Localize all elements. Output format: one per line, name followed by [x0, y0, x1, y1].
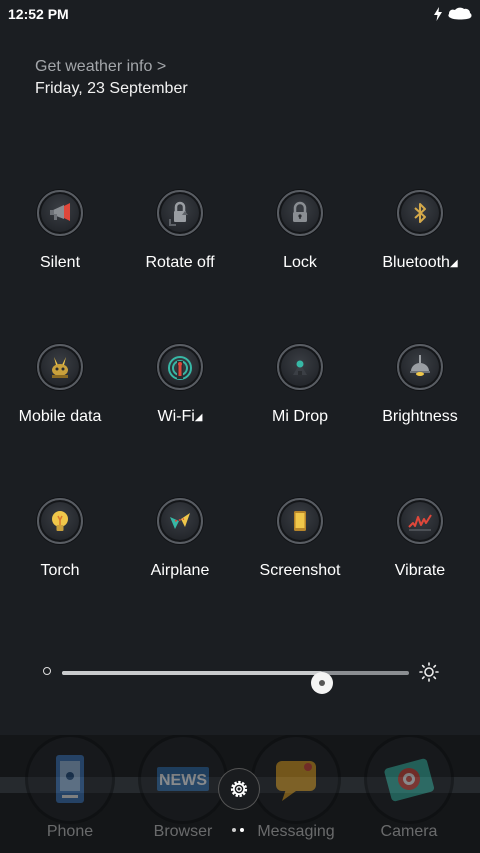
- megaphone-icon: [37, 190, 83, 236]
- toggle-label: Vibrate: [394, 562, 446, 579]
- bluetooth-icon: [397, 190, 443, 236]
- padlock-icon: [277, 190, 323, 236]
- dock-app-label: Messaging: [257, 823, 335, 840]
- expand-indicator-icon: ◢: [194, 412, 203, 423]
- gear-icon: [230, 780, 248, 798]
- toggle-label-text: Wi-Fi: [157, 408, 195, 425]
- settings-button[interactable]: [219, 769, 259, 809]
- home-dock: Phone NEWS Browser Messaging Camera: [0, 735, 480, 853]
- toggle-lock[interactable]: Lock: [240, 190, 360, 300]
- browser-news-text: NEWS: [159, 772, 207, 789]
- slider-thumb[interactable]: [311, 672, 334, 694]
- slider-fill: [62, 671, 323, 675]
- page-indicator: [232, 828, 244, 832]
- expand-indicator-icon: ◢: [449, 258, 458, 269]
- toggle-label: Silent: [39, 254, 81, 271]
- slider-track[interactable]: [62, 671, 409, 694]
- toggle-rotate-off[interactable]: Rotate off: [120, 190, 240, 300]
- browser-app-icon: NEWS: [141, 737, 225, 821]
- toggle-mobile-data[interactable]: Mobile data: [0, 344, 120, 454]
- status-icons: [434, 5, 474, 23]
- vibrate-icon: [397, 498, 443, 544]
- messaging-app-icon: [254, 737, 338, 821]
- brightness-high-icon: [419, 662, 439, 682]
- date-label: Friday, 23 September: [35, 80, 188, 97]
- bulb-icon: [37, 498, 83, 544]
- page-dot-active: [240, 828, 244, 832]
- toggle-brightness[interactable]: Brightness: [360, 344, 480, 454]
- toggle-label: Screenshot: [259, 562, 341, 579]
- toggle-label: Mi Drop: [271, 408, 328, 425]
- mobile-data-icon: [37, 344, 83, 390]
- rotation-lock-icon: [157, 190, 203, 236]
- weather-link[interactable]: Get weather info >: [35, 57, 188, 77]
- charging-icon: [434, 7, 442, 21]
- dock-app-label: Camera: [380, 823, 438, 840]
- toggle-label: Lock: [283, 254, 317, 271]
- airplane-icon: [157, 498, 203, 544]
- toggle-silent[interactable]: Silent: [0, 190, 120, 300]
- phone-app-icon: [28, 737, 112, 821]
- page-dot: [232, 828, 236, 832]
- toggle-label: Brightness: [382, 408, 458, 425]
- status-time: 12:52 PM: [8, 6, 69, 22]
- toggle-vibrate[interactable]: Vibrate: [360, 498, 480, 608]
- dock-app-camera[interactable]: Camera: [354, 735, 464, 853]
- camera-app-icon: [367, 737, 451, 821]
- brightness-slider[interactable]: [40, 660, 440, 694]
- toggle-screenshot[interactable]: Screenshot: [240, 498, 360, 608]
- dock-app-label: Browser: [153, 823, 213, 840]
- toggle-bluetooth[interactable]: Bluetooth◢: [360, 190, 480, 300]
- dock-app-phone[interactable]: Phone: [15, 735, 125, 853]
- lamp-icon: [397, 344, 443, 390]
- toggle-label-text: Bluetooth: [382, 254, 450, 271]
- wifi-icon: [157, 344, 203, 390]
- toggle-label: Torch: [40, 562, 80, 579]
- toggle-label: Wi-Fi◢: [120, 408, 240, 426]
- mi-drop-icon: [277, 344, 323, 390]
- toggle-wifi[interactable]: Wi-Fi◢: [120, 344, 240, 454]
- toggle-airplane[interactable]: Airplane: [120, 498, 240, 608]
- battery-icon: [448, 7, 472, 20]
- toggle-label: Airplane: [150, 562, 210, 579]
- status-bar: 12:52 PM: [0, 0, 480, 28]
- notification-header: Get weather info > Friday, 23 September: [35, 57, 188, 99]
- toggle-label: Bluetooth◢: [360, 254, 480, 272]
- toggle-label: Rotate off: [145, 254, 215, 271]
- toggle-torch[interactable]: Torch: [0, 498, 120, 608]
- dock-app-label: Phone: [46, 823, 94, 840]
- toggle-mi-drop[interactable]: Mi Drop: [240, 344, 360, 454]
- screenshot-icon: [277, 498, 323, 544]
- toggle-label: Mobile data: [18, 408, 102, 425]
- brightness-low-icon: [43, 667, 51, 675]
